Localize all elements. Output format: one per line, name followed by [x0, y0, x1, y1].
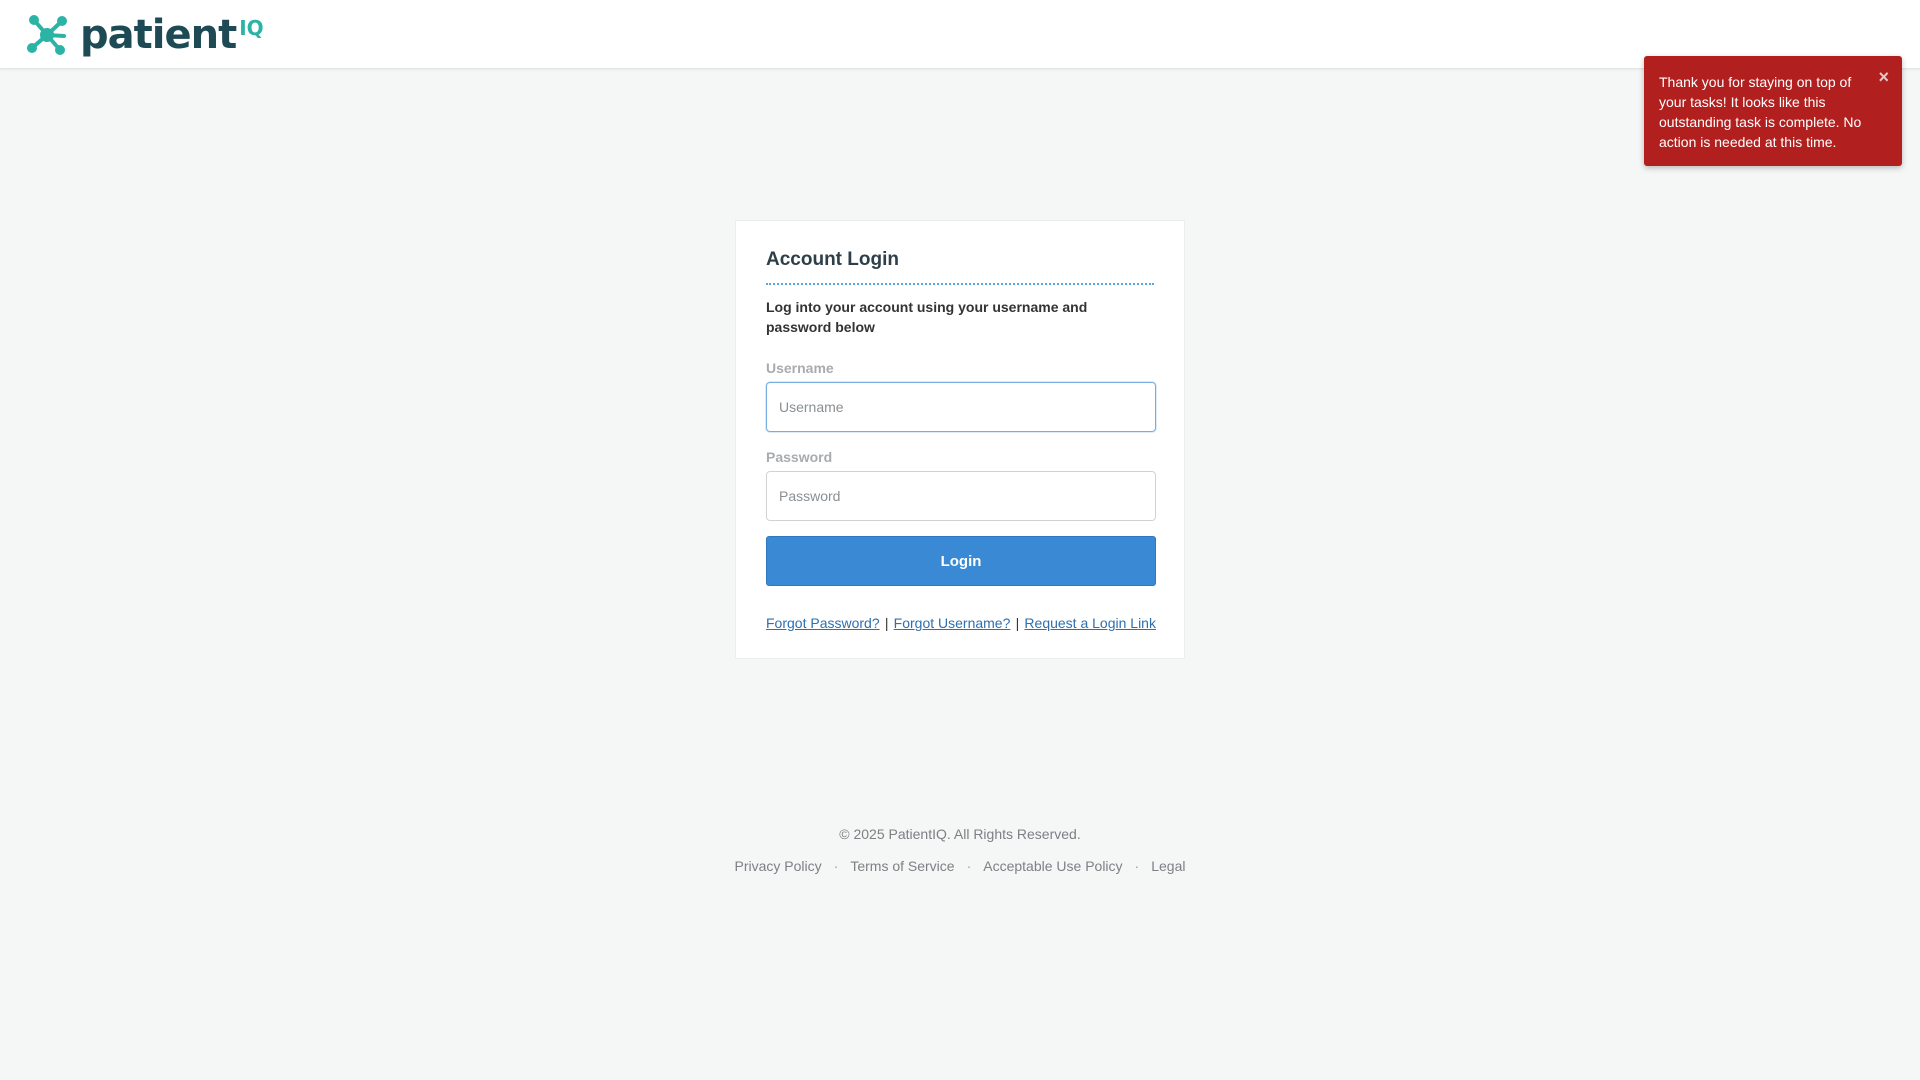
acceptable-use-policy-link[interactable]: Acceptable Use Policy	[983, 858, 1122, 874]
patientiq-logo[interactable]: patient IQ	[24, 12, 264, 58]
request-login-link[interactable]: Request a Login Link	[1024, 614, 1156, 632]
link-separator: |	[1015, 615, 1020, 631]
logo-suffix: IQ	[239, 16, 264, 40]
molecule-logo-icon	[27, 15, 67, 55]
password-label: Password	[766, 449, 833, 465]
link-separator: |	[884, 615, 889, 631]
top-header: patient IQ	[0, 0, 1920, 69]
login-help-links: Forgot Password? | Forgot Username? | Re…	[766, 614, 1156, 632]
forgot-username-link[interactable]: Forgot Username?	[894, 614, 1011, 632]
login-card: Account Login Log into your account usin…	[735, 220, 1185, 659]
footer-separator: ·	[1134, 858, 1140, 874]
logo-wordmark: patient	[80, 12, 237, 58]
footer-separator: ·	[966, 858, 972, 874]
toast-message: Thank you for staying on top of your tas…	[1659, 74, 1862, 150]
username-input[interactable]	[766, 382, 1156, 432]
footer-links: Privacy Policy · Terms of Service · Acce…	[0, 858, 1920, 874]
notification-toast: Thank you for staying on top of your tas…	[1644, 56, 1902, 166]
terms-of-service-link[interactable]: Terms of Service	[850, 858, 954, 874]
username-label: Username	[766, 360, 834, 376]
login-button[interactable]: Login	[766, 536, 1156, 586]
footer-separator: ·	[833, 858, 839, 874]
privacy-policy-link[interactable]: Privacy Policy	[735, 858, 822, 874]
legal-link[interactable]: Legal	[1151, 858, 1185, 874]
login-instructions: Log into your account using your usernam…	[766, 299, 1088, 335]
copyright-text: © 2025 PatientIQ. All Rights Reserved.	[839, 826, 1081, 842]
page-title: Account Login	[766, 249, 1154, 285]
password-input[interactable]	[766, 471, 1156, 521]
forgot-password-link[interactable]: Forgot Password?	[766, 614, 880, 632]
close-icon[interactable]: ×	[1878, 68, 1889, 86]
